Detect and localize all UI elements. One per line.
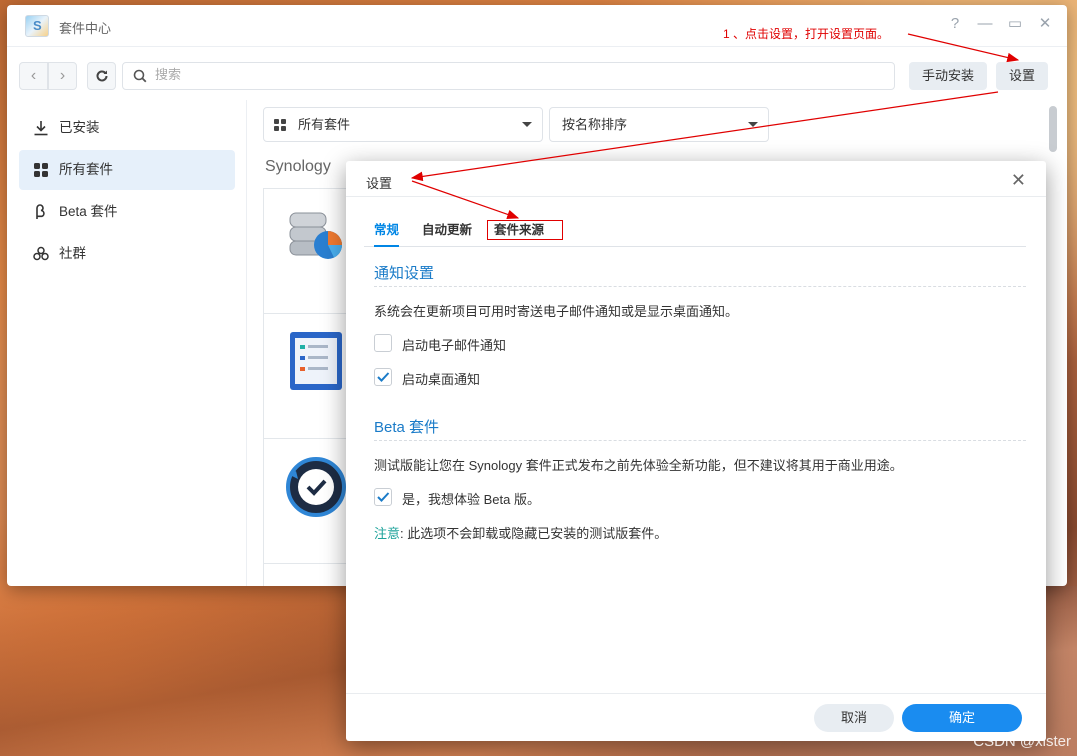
sidebar-item-label: 社群 [59,246,86,261]
settings-button[interactable]: 设置 [996,62,1048,90]
notification-description: 系统会在更新项目可用时寄送电子邮件通知或是显示桌面通知。 [374,304,739,319]
divider [374,286,1026,287]
note-text: : 此选项不会卸载或隐藏已安装的测试版套件。 [400,526,668,541]
sidebar-item-community[interactable]: 社群 [19,234,235,274]
form-icon [290,332,342,390]
sidebar-item-label: Beta 套件 [59,204,118,219]
database-icon [289,212,342,259]
close-icon[interactable]: ✕ [1011,171,1026,189]
refresh-button[interactable] [87,62,116,90]
beta-note: 注意: 此选项不会卸载或隐藏已安装的测试版套件。 [374,523,667,542]
cancel-button[interactable]: 取消 [814,704,894,732]
watermark: CSDN @xister [973,733,1071,750]
section-label: Synology [265,158,331,175]
backup-icon [286,457,346,517]
sidebar: 已安装 所有套件 Beta 套件 社群 [7,100,247,586]
tab-general[interactable]: 常规 [374,219,400,247]
category-select-value: 所有套件 [298,117,351,132]
dialog-tabs: 常规 自动更新 套件来源 [364,213,1026,247]
annotation-box [487,220,563,240]
beta-icon [36,204,45,219]
desktop-notification-label: 启动桌面通知 [402,372,481,387]
beta-title: Beta 套件 [374,419,440,436]
sidebar-item-label: 已安装 [59,120,100,135]
sort-select-value: 按名称排序 [562,117,628,132]
ok-button[interactable]: 确定 [902,704,1022,732]
search-box[interactable] [122,62,895,90]
checkbox-box[interactable] [374,488,392,506]
download-icon [34,121,48,136]
beta-opt-in-label: 是，我想体验 Beta 版。 [402,492,540,507]
dialog-title: 设置 [366,176,393,191]
community-icon [33,246,49,261]
dialog-titlebar: 设置 ✕ [346,161,1046,197]
checkmark-icon [377,372,390,382]
checkbox-box[interactable] [374,334,392,352]
grid-icon [34,163,48,177]
sort-select[interactable]: 按名称排序 [549,107,769,142]
tab-auto-update[interactable]: 自动更新 [422,219,472,247]
window-title: 套件中心 [59,21,112,36]
chevron-down-icon [748,122,758,127]
refresh-icon [96,70,107,82]
help-icon[interactable]: ? [947,16,963,32]
email-notification-label: 启动电子邮件通知 [402,338,507,353]
dialog-footer: 取消 确定 [346,693,1046,741]
sidebar-item-beta[interactable]: Beta 套件 [19,192,235,232]
package-center-icon [25,15,49,37]
notification-settings-title: 通知设置 [374,265,435,282]
grid-icon [274,119,286,131]
checkmark-icon [377,492,390,502]
back-button[interactable]: ‹ [19,62,48,90]
category-select[interactable]: 所有套件 [263,107,543,142]
note-key: 注意 [374,526,401,541]
sidebar-item-all-packages[interactable]: 所有套件 [19,150,235,190]
search-icon [133,69,147,83]
close-icon[interactable]: ✕ [1037,16,1053,32]
search-input[interactable] [155,67,855,82]
annotation-text: 1 、点击设置，打开设置页面。 [723,27,890,41]
settings-dialog: 设置 ✕ 常规 自动更新 套件来源 通知设置 系统会在更新项目可用时寄送电子邮件… [346,161,1046,741]
chevron-down-icon [522,122,532,127]
scrollbar[interactable] [1049,106,1057,152]
title-bar: 套件中心 ? — ▭ ✕ [7,5,1067,47]
divider [374,440,1026,441]
sidebar-item-label: 所有套件 [59,162,113,177]
window-controls: ? — ▭ ✕ [947,16,1053,32]
forward-button[interactable]: › [48,62,77,90]
manual-install-button[interactable]: 手动安装 [909,62,988,90]
maximize-icon[interactable]: ▭ [1007,16,1023,32]
checkbox-box[interactable] [374,368,392,386]
beta-description: 测试版能让您在 Synology 套件正式发布之前先体验全新功能，但不建议将其用… [374,458,903,473]
sidebar-item-installed[interactable]: 已安装 [19,108,235,148]
minimize-icon[interactable]: — [977,16,993,32]
toolbar: ‹ › 手动安装 设置 [19,62,1055,92]
